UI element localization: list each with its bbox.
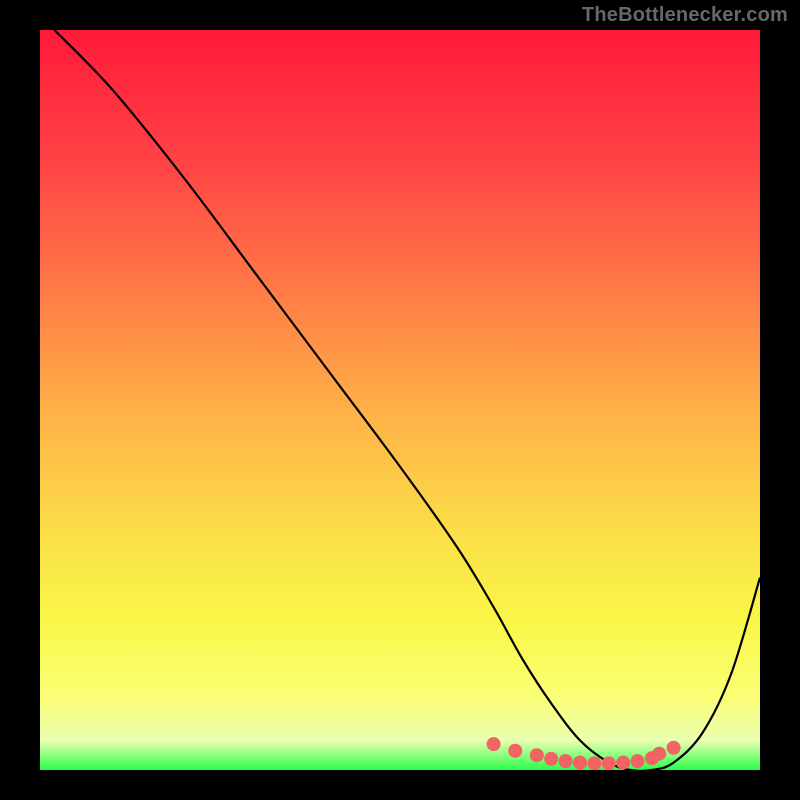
curve-marker (667, 741, 680, 754)
curve-marker (574, 756, 587, 769)
curve-marker (545, 752, 558, 765)
curve-marker (588, 757, 601, 770)
curve-marker (487, 738, 500, 751)
curve-marker (653, 747, 666, 760)
curve-marker (631, 755, 644, 768)
chart-frame: TheBottlenecker.com (0, 0, 800, 800)
curve-marker (617, 756, 630, 769)
curve-marker (509, 744, 522, 757)
curve-marker (559, 755, 572, 768)
plot-area (40, 30, 760, 770)
curve-marker (602, 757, 615, 770)
watermark-text: TheBottlenecker.com (582, 4, 788, 27)
bottleneck-chart (40, 30, 760, 770)
gradient-background (40, 30, 760, 770)
curve-marker (530, 749, 543, 762)
